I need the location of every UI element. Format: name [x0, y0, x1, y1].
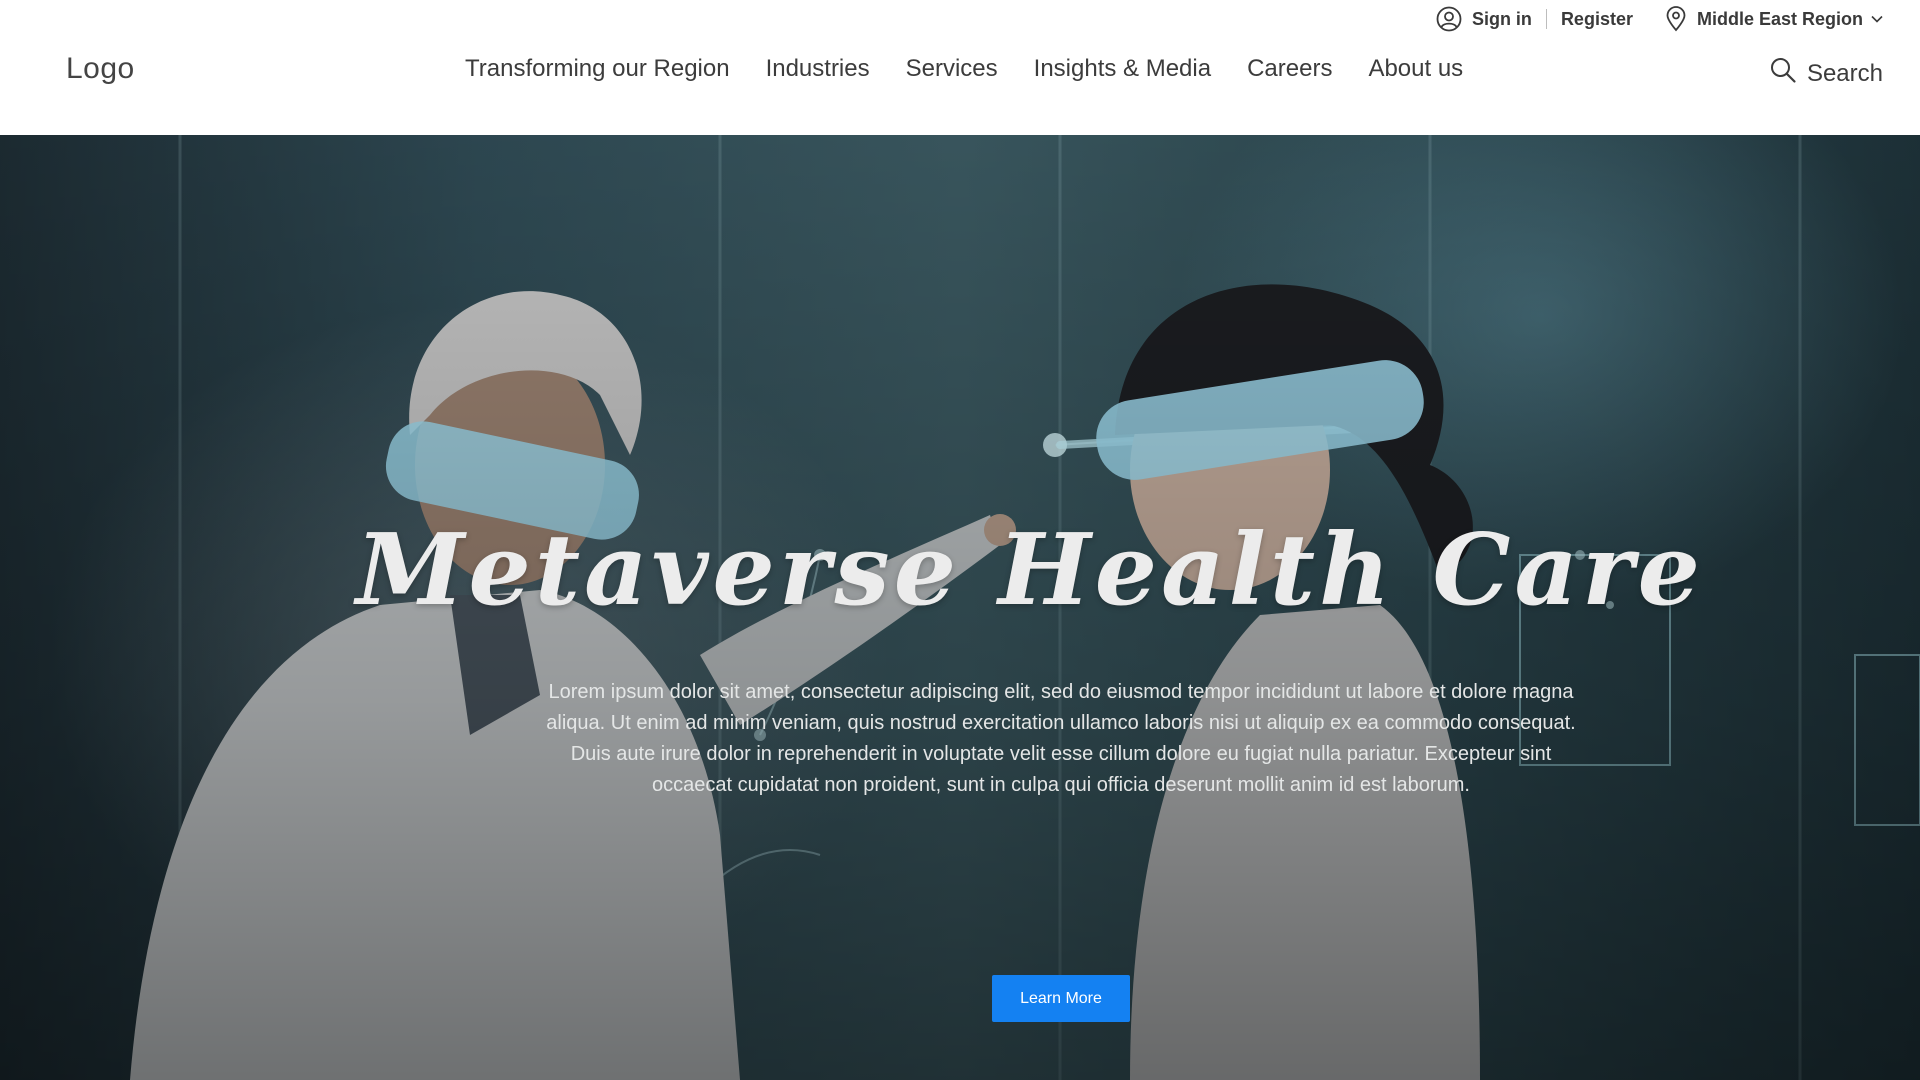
map-pin-icon: [1665, 6, 1687, 32]
nav-item-services[interactable]: Services: [906, 55, 998, 83]
search-button[interactable]: Search: [1769, 56, 1883, 91]
search-label: Search: [1806, 59, 1883, 87]
learn-more-button[interactable]: Learn More: [992, 975, 1130, 1022]
nav-item-about-us[interactable]: About us: [1368, 55, 1463, 83]
logo[interactable]: Logo: [66, 52, 135, 86]
search-icon: [1769, 56, 1807, 91]
region-label: Middle East Region: [1696, 8, 1863, 29]
main-nav: Transforming our Region Industries Servi…: [465, 55, 1463, 83]
register-label: Register: [1560, 8, 1633, 29]
nav-item-transforming-our-region[interactable]: Transforming our Region: [465, 55, 730, 83]
divider: [1545, 9, 1547, 29]
utility-bar: Sign in Register Middle East Region: [1436, 0, 1883, 38]
chevron-down-icon: [1871, 15, 1883, 23]
nav-item-industries[interactable]: Industries: [766, 55, 870, 83]
site-header: Sign in Register Middle East Region Logo…: [0, 0, 1920, 135]
sign-in-link[interactable]: Sign in: [1436, 6, 1532, 32]
register-link[interactable]: Register: [1561, 9, 1633, 30]
region-selector[interactable]: Middle East Region: [1665, 6, 1883, 32]
hero-description: Lorem ipsum dolor sit amet, consectetur …: [546, 681, 1576, 796]
nav-item-insights-media[interactable]: Insights & Media: [1034, 55, 1211, 83]
nav-item-careers[interactable]: Careers: [1247, 55, 1332, 83]
sign-in-label: Sign in: [1471, 8, 1532, 29]
user-circle-icon: [1436, 6, 1462, 32]
hero-title: Metaverse Health Care: [356, 513, 1704, 628]
